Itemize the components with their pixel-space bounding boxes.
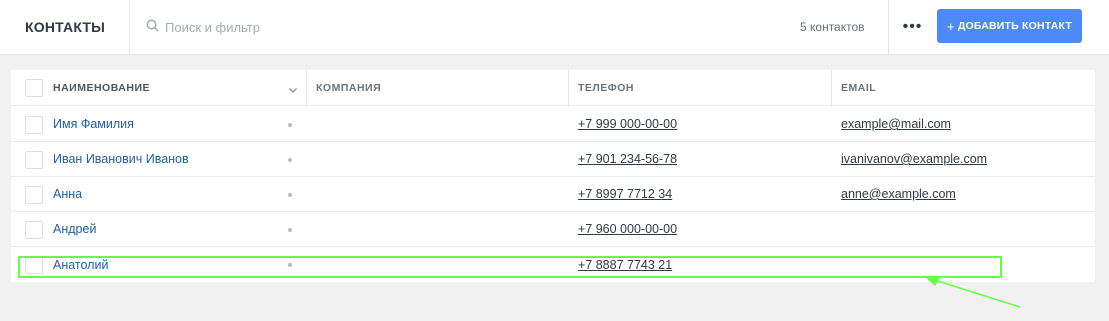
top-bar: КОНТАКТЫ Поиск и фильтр 5 контактов ••• … <box>0 0 1109 55</box>
search-icon <box>146 19 159 35</box>
row-checkbox[interactable] <box>25 151 43 169</box>
contact-phone-link[interactable]: +7 8997 7712 34 <box>578 177 672 211</box>
table-row[interactable]: Имя Фамилия +7 999 000-00-00 example@mai… <box>11 107 1095 142</box>
contact-name-link[interactable]: Имя Фамилия <box>53 107 134 141</box>
contact-phone-link[interactable]: +7 960 000-00-00 <box>578 212 677 246</box>
column-header-email[interactable]: EMAIL <box>841 70 876 105</box>
row-checkbox[interactable] <box>25 186 43 204</box>
contact-email-link[interactable]: anne@example.com <box>841 177 956 211</box>
contact-email-link[interactable]: ivanivanov@example.com <box>841 142 987 176</box>
page-title: КОНТАКТЫ <box>0 0 130 54</box>
row-dot <box>288 158 292 162</box>
chevron-down-icon[interactable] <box>288 82 298 93</box>
contacts-count: 5 контактов <box>800 20 865 34</box>
contact-email-link[interactable]: example@mail.com <box>841 107 951 141</box>
contact-phone-link[interactable]: +7 999 000-00-00 <box>578 107 677 141</box>
contact-name-link[interactable]: Андрей <box>53 212 96 246</box>
arrow-annotation <box>924 276 1021 308</box>
add-contact-label: ДОБАВИТЬ КОНТАКТ <box>957 20 1072 32</box>
column-header-phone[interactable]: ТЕЛЕФОН <box>578 70 634 105</box>
row-checkbox[interactable] <box>25 116 43 134</box>
table-row[interactable]: Иван Иванович Иванов +7 901 234-56-78 iv… <box>11 142 1095 177</box>
search-input[interactable]: Поиск и фильтр <box>146 0 260 54</box>
select-all-checkbox[interactable] <box>25 79 43 97</box>
more-menu-button[interactable]: ••• <box>888 0 936 54</box>
add-contact-button[interactable]: + ДОБАВИТЬ КОНТАКТ <box>937 9 1082 43</box>
column-divider <box>831 70 832 106</box>
table-row[interactable]: Анна +7 8997 7712 34 anne@example.com <box>11 177 1095 212</box>
contact-phone-link[interactable]: +7 901 234-56-78 <box>578 142 677 176</box>
contact-name-link[interactable]: Анна <box>53 177 82 211</box>
column-divider <box>568 70 569 106</box>
column-header-company[interactable]: КОМПАНИЯ <box>316 70 381 105</box>
contacts-table: НАИМЕНОВАНИЕ КОМПАНИЯ ТЕЛЕФОН EMAIL Имя … <box>11 70 1095 282</box>
row-dot <box>288 193 292 197</box>
search-placeholder: Поиск и фильтр <box>165 19 260 35</box>
row-highlight-annotation <box>18 256 1002 278</box>
table-header: НАИМЕНОВАНИЕ КОМПАНИЯ ТЕЛЕФОН EMAIL <box>11 70 1095 106</box>
row-dot <box>288 228 292 232</box>
column-header-name[interactable]: НАИМЕНОВАНИЕ <box>53 70 150 105</box>
plus-icon: + <box>947 18 955 34</box>
row-checkbox[interactable] <box>25 221 43 239</box>
column-divider <box>306 70 307 106</box>
row-dot <box>288 123 292 127</box>
contact-name-link[interactable]: Иван Иванович Иванов <box>53 142 189 176</box>
table-row[interactable]: Андрей +7 960 000-00-00 <box>11 212 1095 247</box>
